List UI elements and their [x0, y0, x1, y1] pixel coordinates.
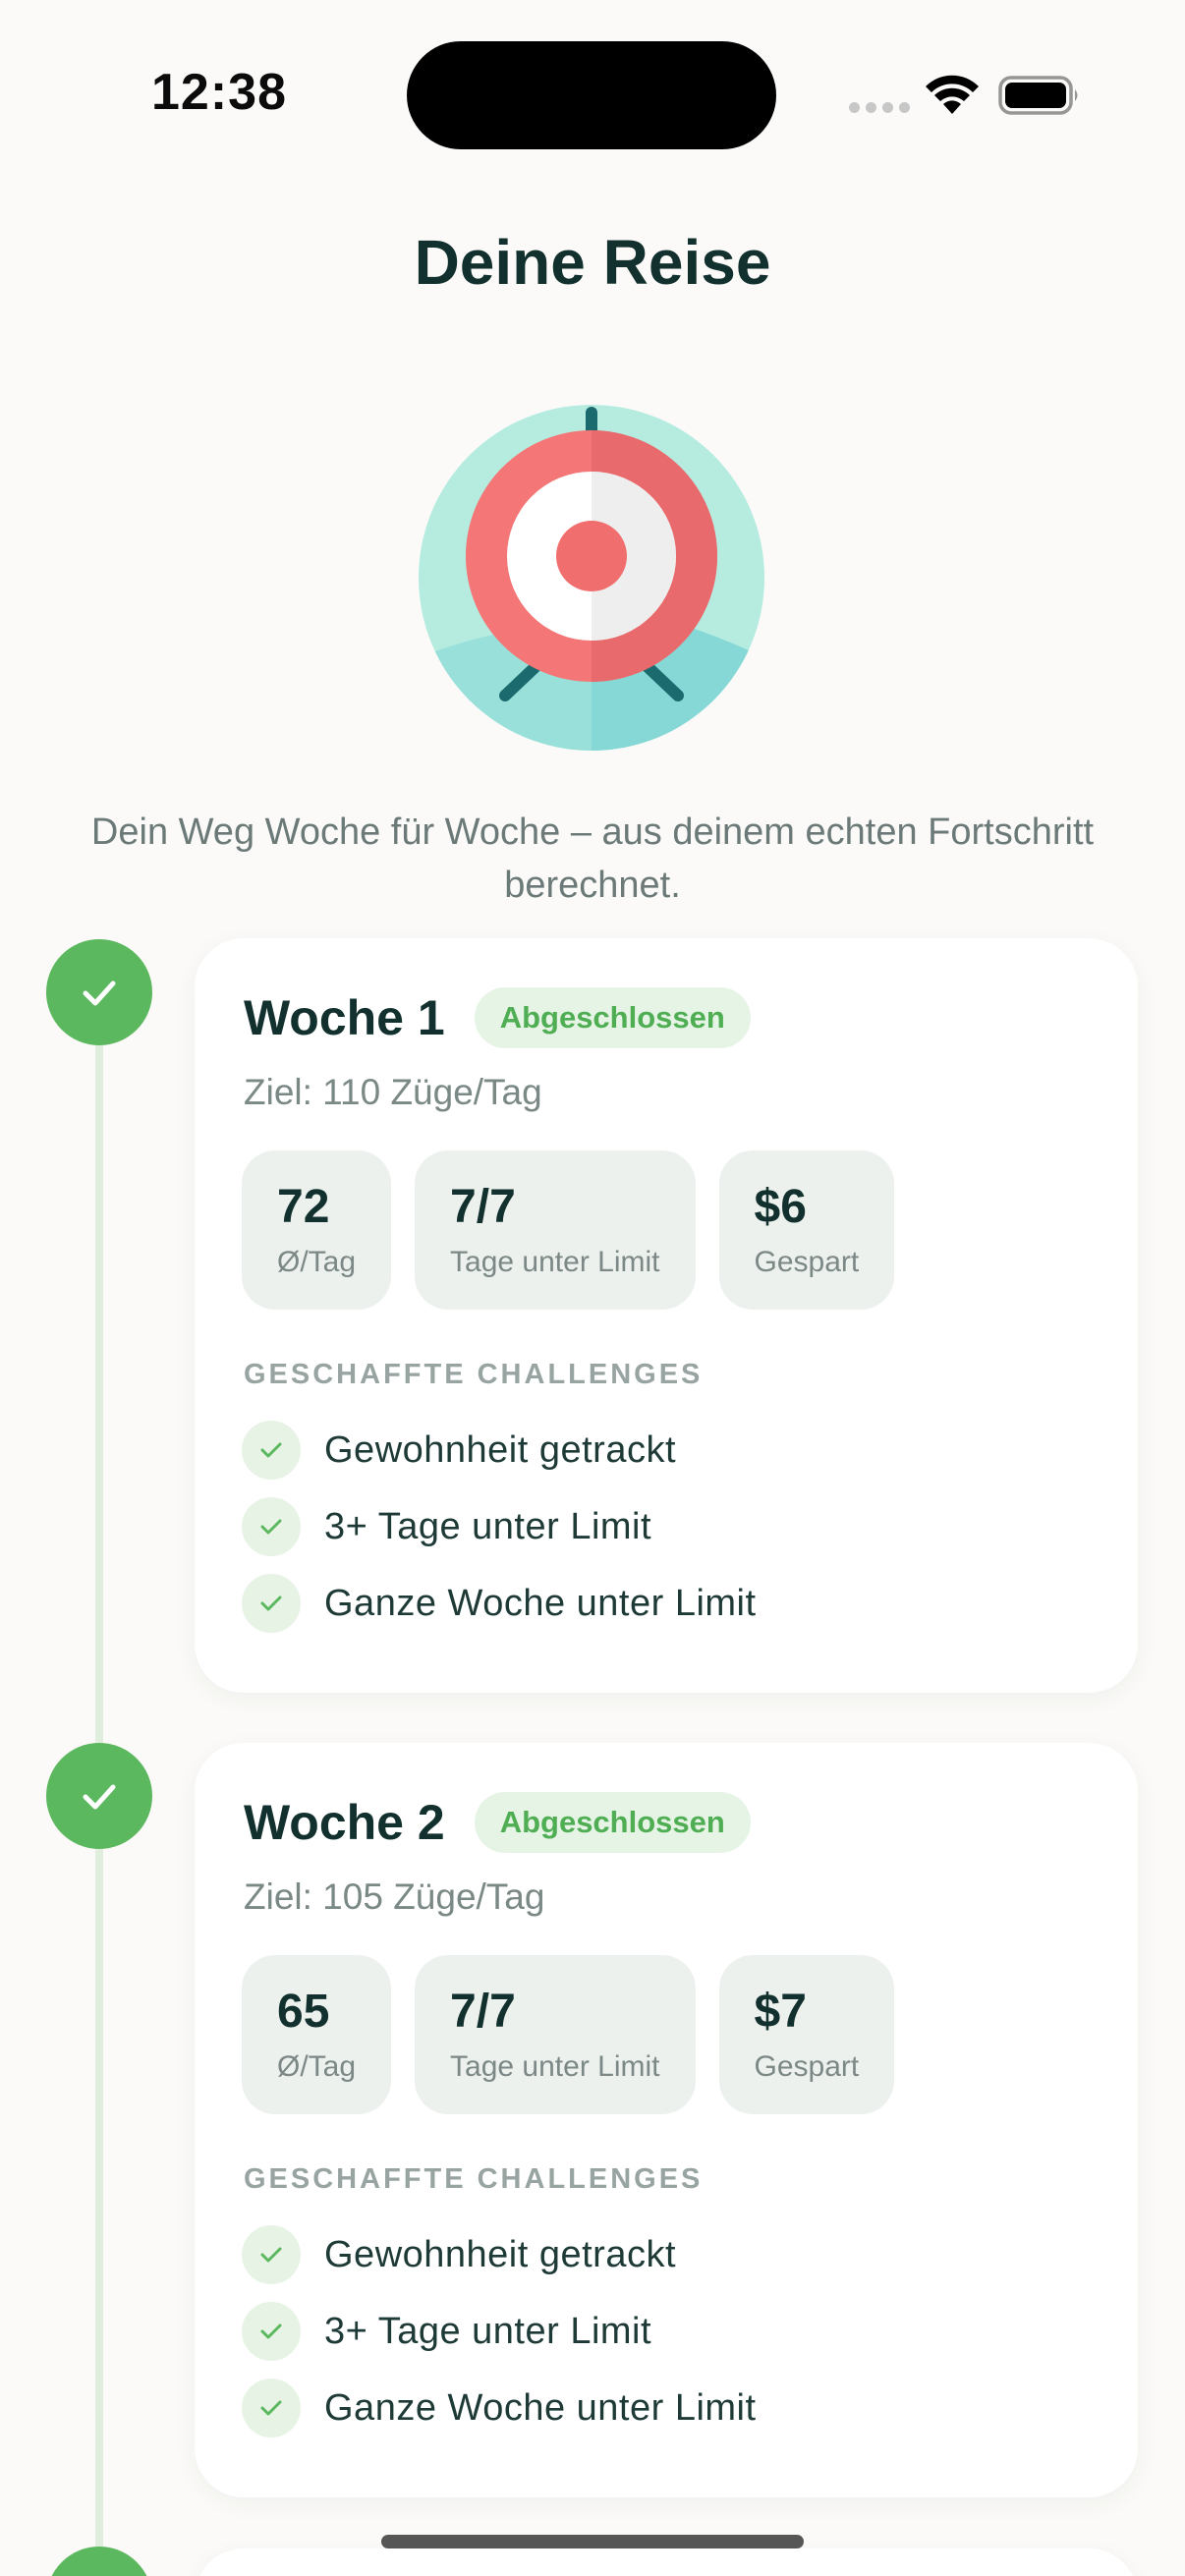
check-icon: [242, 1574, 301, 1633]
stat-days-under-limit: 7/7 Tage unter Limit: [415, 1955, 696, 2114]
dynamic-island: [407, 41, 776, 149]
stat-label: Ø/Tag: [277, 1246, 357, 1278]
stat-value: $7: [754, 1986, 807, 2038]
week-card-3[interactable]: [195, 2548, 1138, 2576]
stat-avg-per-day: 65 Ø/Tag: [242, 1955, 392, 2114]
challenge-list: Gewohnheit getrackt 3+ Tage unter Limit …: [242, 1412, 757, 1642]
week-goal: Ziel: 110 Züge/Tag: [244, 1072, 542, 1112]
home-indicator[interactable]: [381, 2535, 804, 2548]
week-card-1[interactable]: Woche 1 Abgeschlossen Ziel: 110 Züge/Tag…: [195, 938, 1138, 1693]
checkmark-icon: [83, 980, 116, 1006]
challenge-label: 3+ Tage unter Limit: [324, 1505, 652, 1547]
stat-value: 7/7: [450, 1181, 516, 1233]
stat-label: Gespart: [754, 2050, 860, 2083]
check-icon: [242, 1421, 301, 1480]
challenge-label: Ganze Woche unter Limit: [324, 1582, 757, 1624]
battery-icon: [998, 76, 1078, 115]
check-icon: [242, 2302, 301, 2361]
status-time: 12:38: [151, 64, 287, 121]
status-badge: Abgeschlossen: [474, 987, 751, 1048]
challenges-heading: GESCHAFFTE CHALLENGES: [244, 1359, 704, 1390]
stat-saved: $7 Gespart: [718, 1955, 895, 2114]
stat-days-under-limit: 7/7 Tage unter Limit: [415, 1150, 696, 1310]
wifi-icon: [926, 75, 979, 114]
challenge-label: 3+ Tage unter Limit: [324, 2310, 652, 2352]
journey-screen: 12:38 Deine Reise Dein Weg Woche für Woc…: [0, 0, 1185, 2576]
check-icon: [242, 2225, 301, 2284]
check-icon: [242, 1497, 301, 1556]
stat-value: $6: [754, 1181, 807, 1233]
status-badge: Abgeschlossen: [474, 1792, 751, 1853]
challenges-heading: GESCHAFFTE CHALLENGES: [244, 2163, 704, 2195]
cellular-signal-icon: [849, 102, 910, 113]
stat-value: 7/7: [450, 1986, 516, 2038]
target-icon: [419, 405, 764, 751]
stat-saved: $6 Gespart: [718, 1150, 895, 1310]
stat-label: Tage unter Limit: [450, 1246, 660, 1278]
stat-label: Ø/Tag: [277, 2050, 357, 2083]
stat-value: 65: [277, 1986, 330, 2038]
week-goal: Ziel: 105 Züge/Tag: [244, 1876, 545, 1917]
stat-avg-per-day: 72 Ø/Tag: [242, 1150, 392, 1310]
week-card-2[interactable]: Woche 2 Abgeschlossen Ziel: 105 Züge/Tag…: [195, 1743, 1138, 2497]
week-1-complete-icon: [46, 939, 152, 1045]
challenge-item: Gewohnheit getrackt: [242, 2216, 757, 2293]
challenge-item: Ganze Woche unter Limit: [242, 2370, 757, 2446]
challenge-item: Ganze Woche unter Limit: [242, 1565, 757, 1642]
week-stats: 65 Ø/Tag 7/7 Tage unter Limit $7 Gespart: [242, 1955, 895, 2114]
challenge-item: Gewohnheit getrackt: [242, 1412, 757, 1488]
challenge-label: Gewohnheit getrackt: [324, 2233, 677, 2275]
challenge-item: 3+ Tage unter Limit: [242, 1488, 757, 1565]
challenge-label: Gewohnheit getrackt: [324, 1428, 677, 1471]
check-icon: [242, 2379, 301, 2437]
journey-subtitle: Dein Weg Woche für Woche – aus deinem ec…: [90, 812, 1095, 906]
week-stats: 72 Ø/Tag 7/7 Tage unter Limit $6 Gespart: [242, 1150, 895, 1310]
challenge-list: Gewohnheit getrackt 3+ Tage unter Limit …: [242, 2216, 757, 2446]
week-3-node-icon: [46, 2547, 152, 2576]
challenge-label: Ganze Woche unter Limit: [324, 2386, 757, 2429]
week-title: Woche 2: [244, 1795, 445, 1850]
challenge-item: 3+ Tage unter Limit: [242, 2293, 757, 2370]
checkmark-icon: [83, 1784, 116, 1810]
stat-label: Tage unter Limit: [450, 2050, 660, 2083]
stat-label: Gespart: [754, 1246, 860, 1278]
week-2-complete-icon: [46, 1743, 152, 1849]
page-title: Deine Reise: [414, 227, 771, 298]
week-title: Woche 1: [244, 990, 445, 1045]
stat-value: 72: [277, 1181, 330, 1233]
